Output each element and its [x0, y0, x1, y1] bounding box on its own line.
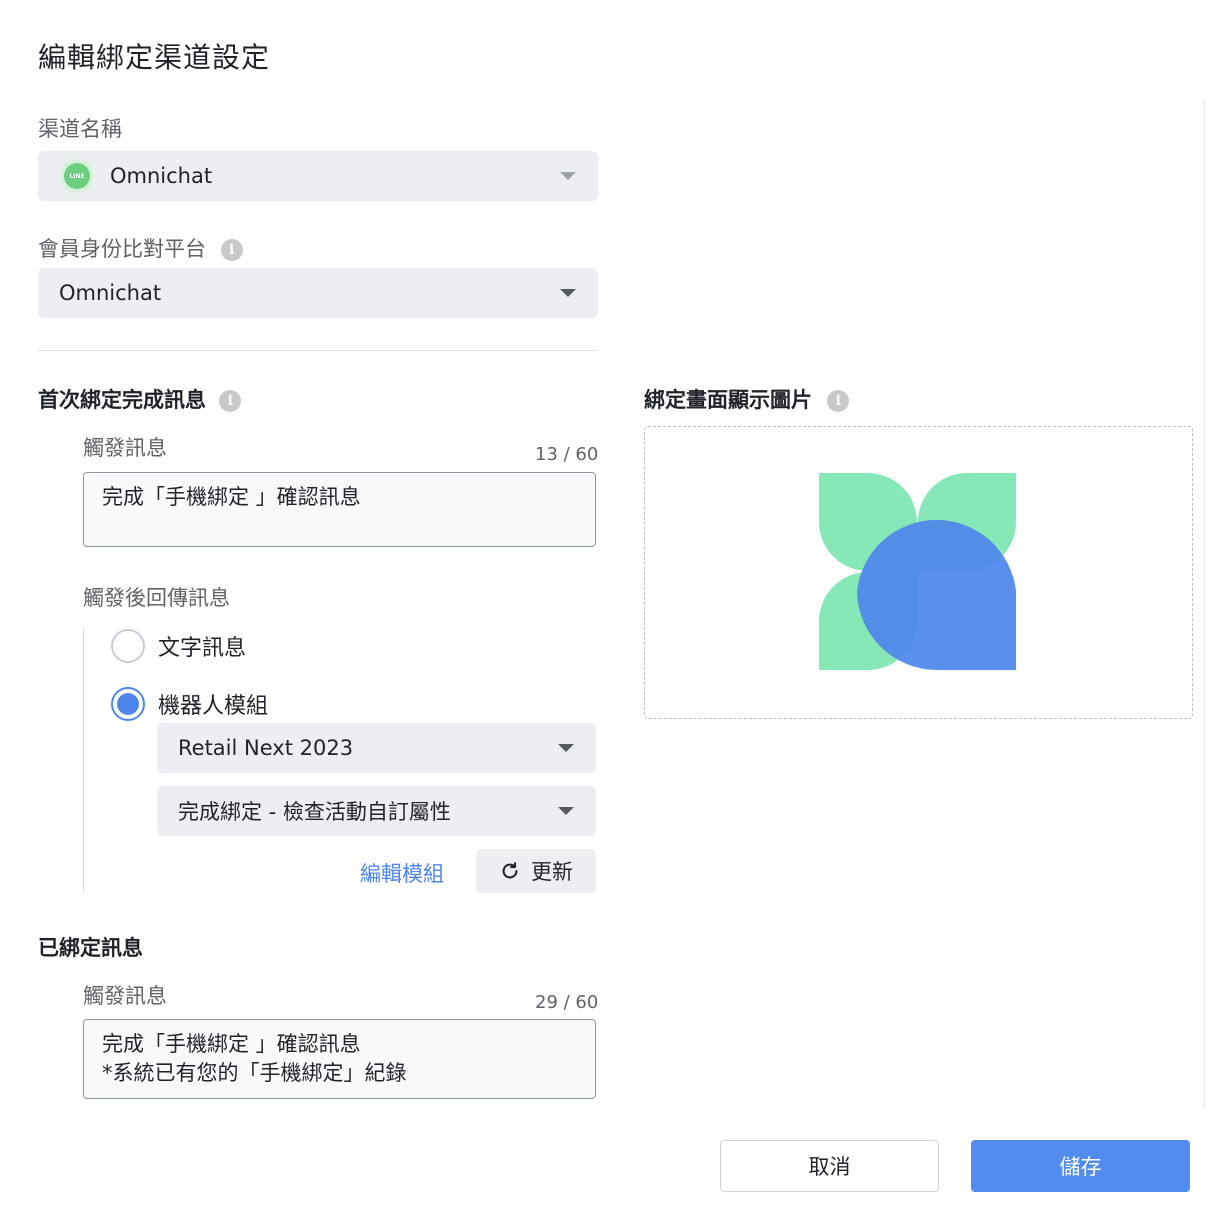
divider — [38, 350, 598, 351]
bot-select[interactable]: Retail Next 2023 — [157, 723, 596, 773]
refresh-button[interactable]: 更新 — [476, 849, 596, 893]
dialog-title: 編輯綁定渠道設定 — [38, 41, 271, 74]
bound-message-input[interactable]: 完成「手機綁定 」確認訊息 *系統已有您的「手機綁定」紀錄 — [83, 1019, 596, 1099]
chevron-down-icon — [560, 172, 576, 180]
radio-group-guide — [83, 628, 84, 892]
chevron-down-icon — [558, 807, 574, 815]
info-icon[interactable]: i — [220, 239, 243, 261]
chevron-down-icon — [558, 744, 574, 752]
panel-divider-right — [1204, 100, 1205, 1108]
brand-logo-icon — [819, 473, 1016, 670]
info-icon[interactable]: i — [219, 390, 242, 412]
radio-text-message[interactable]: 文字訊息 — [111, 629, 246, 663]
platform-label: 會員身份比對平台 i — [38, 233, 243, 263]
radio-bot-module[interactable]: 機器人模組 — [111, 687, 268, 721]
radio-button[interactable] — [111, 687, 145, 721]
module-select[interactable]: 完成綁定 - 檢查活動自訂屬性 — [157, 786, 596, 836]
char-counter: 29 / 60 — [535, 992, 599, 1013]
channel-label: 渠道名稱 — [38, 117, 122, 141]
trigger-label: 觸發訊息 — [83, 984, 167, 1008]
platform-value: Omnichat — [59, 281, 162, 305]
channel-select[interactable]: LINE Omnichat — [38, 151, 598, 201]
char-counter: 13 / 60 — [535, 444, 599, 465]
reply-label: 觸發後回傳訊息 — [83, 586, 230, 610]
radio-button[interactable] — [111, 629, 145, 663]
trigger-message-input[interactable]: 完成「手機綁定 」確認訊息 — [83, 472, 596, 547]
image-panel-label: 綁定畫面顯示圖片 i — [644, 384, 850, 414]
refresh-icon — [502, 862, 518, 879]
edit-module-link[interactable]: 編輯模組 — [360, 858, 444, 888]
line-icon: LINE — [60, 159, 94, 193]
image-upload-area[interactable] — [644, 426, 1193, 719]
platform-select[interactable]: Omnichat — [38, 268, 598, 318]
channel-value: Omnichat — [110, 164, 213, 188]
already-bound-section-label: 已綁定訊息 — [38, 936, 143, 960]
trigger-label: 觸發訊息 — [83, 436, 167, 460]
info-icon[interactable]: i — [827, 390, 850, 412]
chevron-down-icon — [560, 289, 576, 297]
cancel-button[interactable]: 取消 — [720, 1140, 939, 1192]
save-button[interactable]: 儲存 — [971, 1140, 1190, 1192]
first-bind-section-label: 首次綁定完成訊息 i — [38, 384, 242, 414]
